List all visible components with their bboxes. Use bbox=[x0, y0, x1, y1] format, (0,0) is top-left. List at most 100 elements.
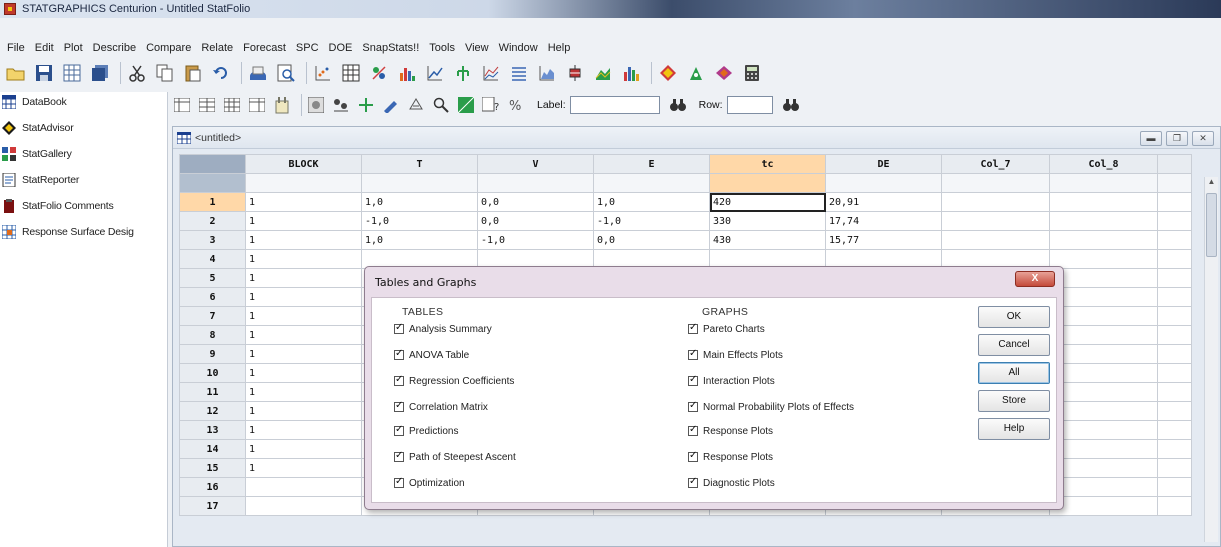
scroll-thumb[interactable] bbox=[1206, 193, 1217, 257]
menu-compare[interactable]: Compare bbox=[141, 42, 196, 54]
checkbox-checked-icon[interactable] bbox=[394, 348, 404, 360]
table-cell[interactable] bbox=[1157, 401, 1192, 421]
column-header[interactable]: Col_7 bbox=[941, 154, 1050, 174]
checkbox-response-plots-2[interactable]: Response Plots bbox=[688, 450, 773, 464]
sidebar-item-databook[interactable]: DataBook bbox=[0, 92, 167, 112]
table-cell[interactable]: -1,0 bbox=[477, 230, 594, 250]
menu-edit[interactable]: Edit bbox=[30, 42, 59, 54]
store-button[interactable]: Store bbox=[978, 390, 1050, 412]
table-cell[interactable] bbox=[1049, 363, 1158, 383]
row-header[interactable]: 6 bbox=[179, 287, 246, 307]
tree-diagram-icon[interactable] bbox=[451, 61, 475, 85]
table-cell[interactable]: 1 bbox=[245, 230, 362, 250]
menu-snapstats[interactable]: SnapStats!! bbox=[357, 42, 424, 54]
histogram-icon[interactable] bbox=[395, 61, 419, 85]
row-header[interactable]: 1 bbox=[179, 192, 246, 212]
column-header[interactable]: E bbox=[593, 154, 710, 174]
pattern-fill-icon[interactable] bbox=[456, 95, 476, 115]
find-label-binoculars-icon[interactable] bbox=[668, 95, 688, 115]
statwizard-icon[interactable] bbox=[684, 61, 708, 85]
zoom-icon[interactable] bbox=[431, 95, 451, 115]
all-button[interactable]: All bbox=[978, 362, 1050, 384]
line-plot-icon[interactable] bbox=[479, 61, 503, 85]
checkbox-checked-icon[interactable] bbox=[688, 450, 698, 462]
calculator-icon[interactable] bbox=[740, 61, 764, 85]
row-header[interactable]: 5 bbox=[179, 268, 246, 288]
row-header[interactable]: 13 bbox=[179, 420, 246, 440]
table-cell[interactable]: 1 bbox=[245, 287, 362, 307]
percent-icon[interactable]: % bbox=[506, 95, 526, 115]
column-header[interactable]: Col_8 bbox=[1049, 154, 1158, 174]
print-icon[interactable] bbox=[246, 61, 270, 85]
menu-relate[interactable]: Relate bbox=[196, 42, 238, 54]
row-header[interactable]: 10 bbox=[179, 363, 246, 383]
find-row-binoculars-icon[interactable] bbox=[781, 95, 801, 115]
bar-lines-icon[interactable] bbox=[507, 61, 531, 85]
row-header[interactable]: 7 bbox=[179, 306, 246, 326]
row-header[interactable]: 8 bbox=[179, 325, 246, 345]
checkbox-main-effects-plots[interactable]: Main Effects Plots bbox=[688, 348, 783, 362]
table-cell[interactable] bbox=[1157, 325, 1192, 345]
scroll-up-icon[interactable]: ▲ bbox=[1205, 177, 1218, 191]
menu-view[interactable]: View bbox=[460, 42, 494, 54]
table-cell[interactable]: -1,0 bbox=[593, 211, 710, 231]
checkbox-anova-table[interactable]: ANOVA Table bbox=[394, 348, 469, 362]
menu-help[interactable]: Help bbox=[543, 42, 576, 54]
table-cell[interactable] bbox=[245, 477, 362, 497]
print-preview-icon[interactable] bbox=[274, 61, 298, 85]
statadvisor-icon[interactable] bbox=[656, 61, 680, 85]
table-cell[interactable]: 1 bbox=[245, 325, 362, 345]
checkbox-checked-icon[interactable] bbox=[394, 322, 404, 334]
menu-tools[interactable]: Tools bbox=[424, 42, 460, 54]
table-cell[interactable]: 1 bbox=[245, 344, 362, 364]
checkbox-checked-icon[interactable] bbox=[394, 400, 404, 412]
grid-corner[interactable] bbox=[179, 154, 246, 174]
table-cell[interactable]: 330 bbox=[709, 211, 826, 231]
ok-button[interactable]: OK bbox=[978, 306, 1050, 328]
close-window-button[interactable]: ✕ bbox=[1192, 131, 1214, 146]
sidebar-item-statadvisor[interactable]: StatAdvisor bbox=[0, 118, 167, 138]
column-comment-cell[interactable] bbox=[593, 173, 710, 193]
copy-icon[interactable] bbox=[153, 61, 177, 85]
column-header[interactable]: BLOCK bbox=[245, 154, 362, 174]
checkbox-normal-probability-plots[interactable]: Normal Probability Plots of Effects bbox=[688, 400, 854, 414]
table-cell[interactable]: 1 bbox=[245, 306, 362, 326]
row-header[interactable]: 15 bbox=[179, 458, 246, 478]
table-cell[interactable] bbox=[1157, 211, 1192, 231]
row-header[interactable]: 16 bbox=[179, 477, 246, 497]
restore-button[interactable]: ❐ bbox=[1166, 131, 1188, 146]
row-header[interactable]: 12 bbox=[179, 401, 246, 421]
column-comment-cell[interactable] bbox=[361, 173, 478, 193]
table-cell[interactable] bbox=[1049, 382, 1158, 402]
save-icon[interactable] bbox=[32, 61, 56, 85]
column-header[interactable]: tc bbox=[709, 154, 826, 174]
column-comment-cell[interactable] bbox=[941, 173, 1050, 193]
table-cell[interactable] bbox=[1049, 249, 1158, 269]
checkbox-response-plots[interactable]: Response Plots bbox=[688, 424, 773, 438]
menu-forecast[interactable]: Forecast bbox=[238, 42, 291, 54]
column-format-icon[interactable] bbox=[272, 95, 292, 115]
checkbox-path-of-steepest-ascent[interactable]: Path of Steepest Ascent bbox=[394, 450, 516, 464]
menu-window[interactable]: Window bbox=[494, 42, 543, 54]
table-cell[interactable] bbox=[1049, 325, 1158, 345]
table-cell[interactable] bbox=[1157, 363, 1192, 383]
datasheet-b-icon[interactable] bbox=[197, 95, 217, 115]
table-cell[interactable]: 1 bbox=[245, 382, 362, 402]
table-cell[interactable] bbox=[1157, 344, 1192, 364]
checkbox-checked-icon[interactable] bbox=[394, 424, 404, 436]
edit-label-icon[interactable] bbox=[381, 95, 401, 115]
table-cell[interactable]: 17,74 bbox=[825, 211, 942, 231]
checkbox-predictions[interactable]: Predictions bbox=[394, 424, 458, 438]
table-cell[interactable]: 420 bbox=[709, 192, 826, 212]
table-cell[interactable] bbox=[1157, 496, 1192, 516]
table-cell[interactable] bbox=[1049, 344, 1158, 364]
datasheet-c-icon[interactable] bbox=[222, 95, 242, 115]
checkbox-checked-icon[interactable] bbox=[394, 476, 404, 488]
menu-describe[interactable]: Describe bbox=[88, 42, 141, 54]
checkbox-optimization[interactable]: Optimization bbox=[394, 476, 465, 490]
table-cell[interactable] bbox=[1049, 401, 1158, 421]
row-help-icon[interactable]: ? bbox=[481, 95, 501, 115]
table-cell[interactable]: 1 bbox=[245, 363, 362, 383]
checkbox-checked-icon[interactable] bbox=[688, 374, 698, 386]
menu-plot[interactable]: Plot bbox=[59, 42, 88, 54]
